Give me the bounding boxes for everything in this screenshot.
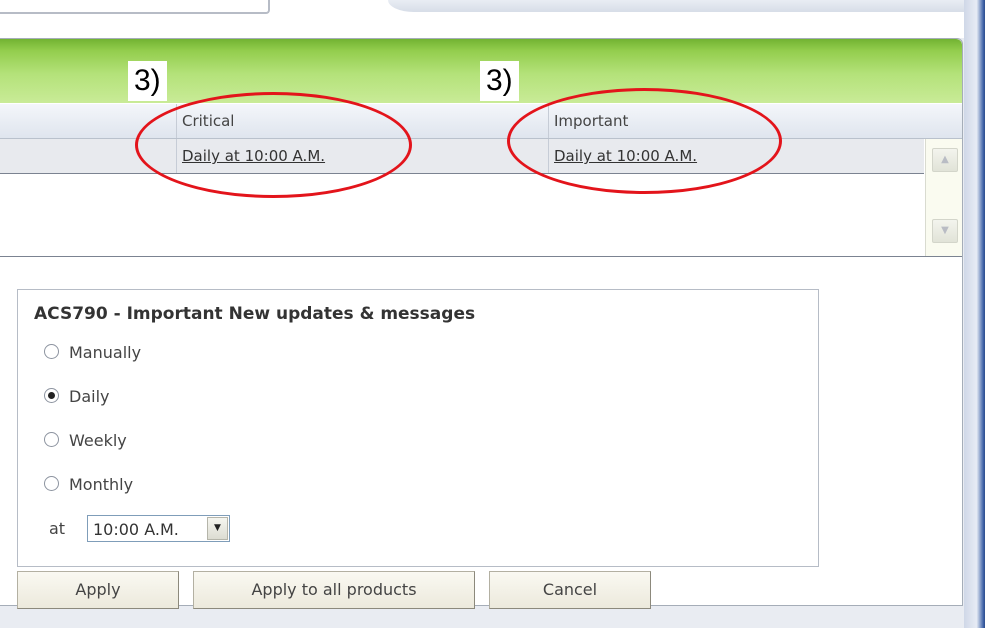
scroll-down-icon[interactable]: ▼	[932, 219, 958, 243]
radio-label: Manually	[69, 343, 142, 362]
table-scrollbar[interactable]: ▲ ▼	[925, 139, 962, 256]
annotation-label-left: 3)	[128, 61, 167, 101]
radio-label: Monthly	[69, 475, 134, 494]
radio-button-icon[interactable]	[44, 344, 59, 359]
cancel-button[interactable]: Cancel	[489, 571, 651, 609]
grid-divider	[0, 256, 962, 257]
radio-button-icon[interactable]	[44, 476, 59, 491]
radio-daily[interactable]: Daily	[44, 384, 109, 410]
at-label: at	[49, 519, 66, 538]
annotation-ellipse-important	[507, 88, 782, 194]
radio-label: Weekly	[69, 431, 127, 450]
radio-button-checked-icon[interactable]	[44, 388, 59, 403]
radio-weekly[interactable]: Weekly	[44, 428, 127, 454]
time-select-value: 10:00 A.M.	[93, 520, 179, 539]
annotation-label-right: 3)	[480, 61, 519, 101]
annotation-ellipse-critical	[135, 92, 412, 198]
apply-button[interactable]: Apply	[17, 571, 179, 609]
window-right-edge	[964, 0, 985, 628]
radio-manually[interactable]: Manually	[44, 340, 141, 366]
radio-label: Daily	[69, 387, 110, 406]
settings-title: ACS790 - Important New updates & message…	[34, 304, 476, 324]
apply-to-all-products-button[interactable]: Apply to all products	[193, 571, 475, 609]
radio-monthly[interactable]: Monthly	[44, 472, 133, 498]
chevron-down-icon[interactable]: ▼	[207, 517, 228, 540]
time-select[interactable]: 10:00 A.M. ▼	[87, 515, 230, 542]
top-strip	[0, 0, 985, 38]
radio-button-icon[interactable]	[44, 432, 59, 447]
top-tab-right	[388, 0, 964, 12]
top-tab-left	[0, 0, 270, 14]
scroll-up-icon[interactable]: ▲	[932, 148, 958, 172]
notification-settings-box: ACS790 - Important New updates & message…	[17, 289, 819, 567]
